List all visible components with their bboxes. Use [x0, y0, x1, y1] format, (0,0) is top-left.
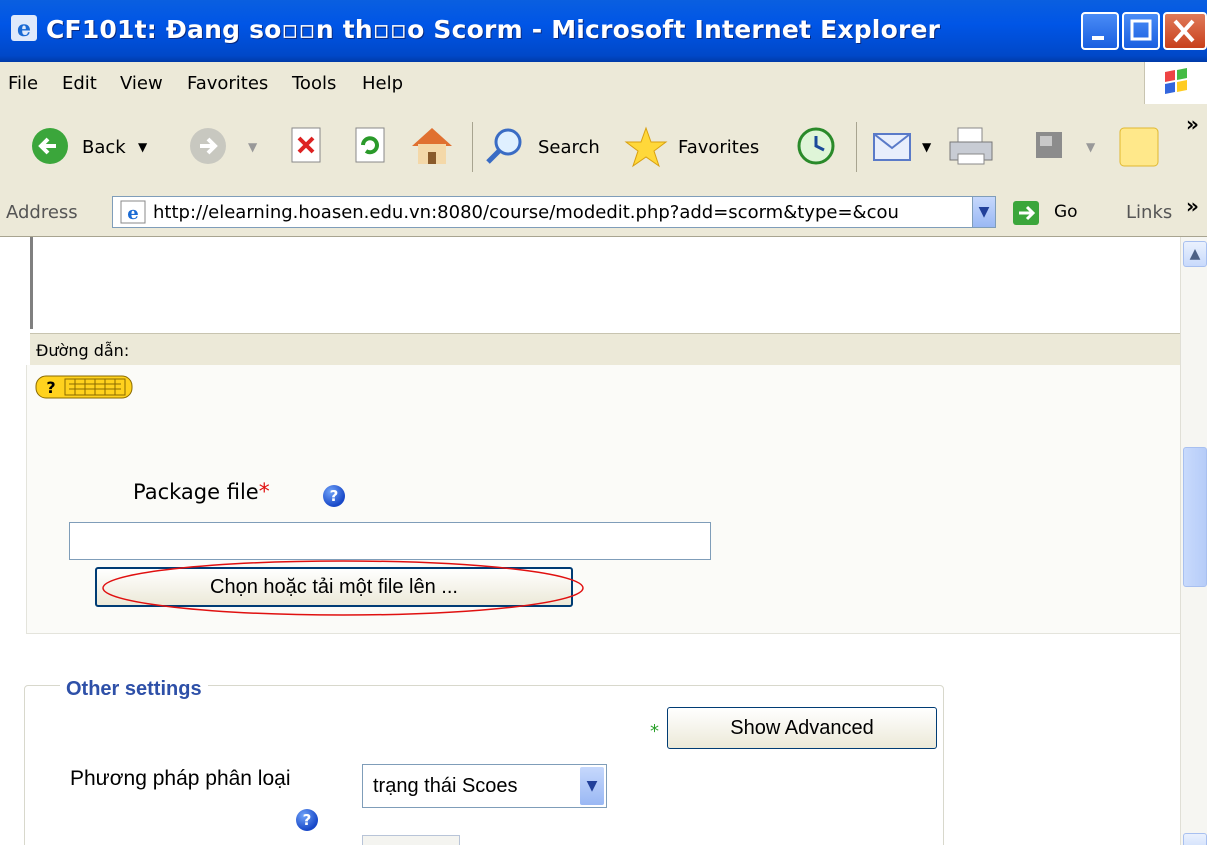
back-label: Back	[82, 137, 126, 158]
back-dropdown-icon[interactable]: ▼	[138, 140, 147, 154]
package-file-text: Package file	[133, 480, 259, 504]
html-editor-area[interactable]	[30, 237, 1180, 329]
menu-tools[interactable]: Tools	[292, 73, 336, 94]
other-settings-legend: Other settings	[60, 678, 208, 701]
windows-flag-icon	[1144, 62, 1207, 104]
mail-icon	[873, 133, 911, 161]
select-dropdown-icon[interactable]: ▼	[580, 767, 604, 805]
editor-path-bar: Đường dẫn:	[30, 333, 1180, 366]
edit-page-icon	[1036, 132, 1062, 158]
go-arrow-icon	[1013, 201, 1039, 225]
keyboard-help-icon[interactable]: ?	[35, 375, 133, 399]
edit-button[interactable]: ▼	[1030, 124, 1100, 170]
close-icon	[1173, 19, 1195, 43]
package-file-label: Package file*	[133, 480, 270, 505]
menu-bar: File Edit View Favorites Tools Help	[0, 62, 1207, 105]
grading-method-value: trạng thái Scoes	[373, 775, 518, 797]
vertical-scrollbar[interactable]: ▲	[1180, 237, 1207, 845]
forward-dropdown-icon[interactable]: ▼	[248, 140, 257, 154]
search-label: Search	[538, 137, 600, 158]
print-button[interactable]	[946, 124, 998, 170]
links-label[interactable]: Links	[1126, 202, 1172, 223]
page-content: Đường dẫn: ? Package file* ? Chọn hoặc t…	[0, 237, 1180, 845]
maximize-icon	[1130, 19, 1152, 41]
edit-dropdown-icon[interactable]: ▼	[1086, 140, 1095, 154]
forward-button[interactable]: ▼	[186, 124, 266, 170]
toolbar-separator	[472, 122, 473, 172]
go-label: Go	[1054, 202, 1078, 222]
refresh-button[interactable]	[352, 124, 388, 170]
address-label: Address	[6, 202, 78, 223]
address-dropdown-icon[interactable]: ▼	[972, 197, 995, 227]
back-arrow-icon	[32, 128, 68, 164]
scroll-thumb[interactable]	[1183, 447, 1207, 587]
title-bar: e CF101t: Đang so▫▫n th▫▫o Scorm - Micro…	[0, 0, 1207, 62]
svg-text:e: e	[17, 16, 31, 42]
refresh-icon	[355, 127, 385, 163]
grading-method-select[interactable]: trạng thái Scoes ▼	[362, 764, 607, 808]
history-button[interactable]	[792, 124, 840, 170]
sticky-note-icon	[1119, 127, 1159, 167]
ie-logo-icon: e	[11, 15, 37, 42]
grading-help-icon[interactable]: ?	[296, 809, 318, 831]
cut-off-select[interactable]	[362, 835, 460, 845]
package-section: ? Package file* ? Chọn hoặc tải một file…	[26, 365, 1180, 634]
back-button[interactable]: Back ▼	[28, 124, 158, 170]
history-icon	[797, 127, 835, 165]
address-bar: Address e http://elearning.hoasen.edu.vn…	[0, 190, 1207, 237]
address-url: http://elearning.hoasen.edu.vn:8080/cour…	[153, 202, 899, 223]
show-advanced-button[interactable]: Show Advanced	[667, 707, 937, 749]
search-icon	[486, 128, 522, 164]
minimize-button[interactable]	[1081, 12, 1119, 50]
search-button[interactable]: Search	[482, 124, 612, 170]
messenger-button[interactable]	[1118, 124, 1162, 170]
grading-method-label: Phương pháp phân loại	[70, 767, 291, 790]
menu-file[interactable]: File	[8, 73, 38, 94]
scroll-down-icon[interactable]	[1183, 833, 1207, 845]
menu-help[interactable]: Help	[362, 73, 403, 94]
scroll-up-icon[interactable]: ▲	[1183, 241, 1207, 267]
home-icon	[412, 128, 452, 164]
mail-button[interactable]: ▼	[870, 124, 936, 170]
stop-icon	[291, 127, 321, 163]
favorites-label: Favorites	[678, 137, 760, 158]
svg-text:?: ?	[46, 378, 55, 397]
help-icon[interactable]: ?	[323, 485, 345, 507]
toolbar-separator	[856, 122, 857, 172]
path-label: Đường dẫn:	[36, 341, 130, 360]
favorites-button[interactable]: Favorites	[622, 124, 774, 170]
advanced-mark: *	[650, 721, 659, 742]
toolbar-overflow-icon[interactable]: »	[1186, 112, 1199, 136]
minimize-icon	[1092, 36, 1104, 40]
menu-edit[interactable]: Edit	[62, 73, 97, 94]
print-icon	[949, 127, 993, 165]
svg-text:e: e	[127, 203, 138, 224]
stop-button[interactable]	[288, 124, 324, 170]
window-title: CF101t: Đang so▫▫n th▫▫o Scorm - Microso…	[46, 15, 941, 44]
home-button[interactable]	[408, 124, 456, 170]
maximize-button[interactable]	[1122, 12, 1160, 50]
required-mark: *	[258, 480, 270, 505]
menu-favorites[interactable]: Favorites	[187, 73, 268, 94]
links-overflow-icon[interactable]: »	[1186, 194, 1199, 218]
menu-view[interactable]: View	[120, 73, 163, 94]
mail-dropdown-icon[interactable]: ▼	[922, 140, 931, 154]
browser-window: e CF101t: Đang so▫▫n th▫▫o Scorm - Micro…	[0, 0, 1207, 845]
forward-arrow-icon	[190, 128, 226, 164]
go-button[interactable]: Go	[1012, 198, 1088, 228]
red-annotation-ellipse	[102, 560, 584, 616]
star-icon	[624, 126, 668, 168]
address-input[interactable]: e http://elearning.hoasen.edu.vn:8080/co…	[112, 196, 996, 228]
page-ie-icon: e	[120, 200, 146, 224]
close-button[interactable]	[1163, 12, 1207, 50]
toolbar: Back ▼ ▼ Search Favorites ▼ ▼ »	[0, 104, 1207, 191]
